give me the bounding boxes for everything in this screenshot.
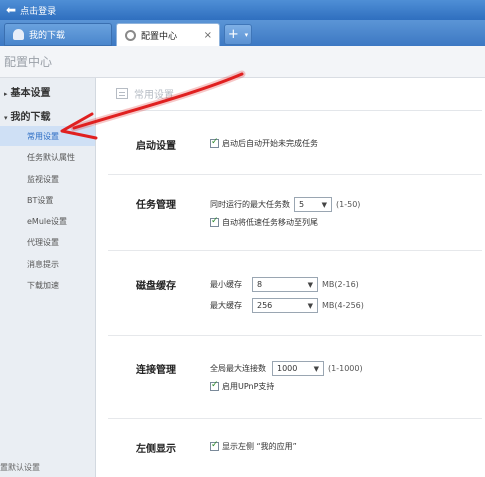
divider <box>108 418 482 419</box>
tab-strip: 我的下载 配置中心 × + ▾ <box>0 20 485 46</box>
max-cache-value: 256 <box>257 301 273 310</box>
task-mgmt-group-label: 任务管理 <box>136 200 176 211</box>
section-underline <box>110 110 482 111</box>
upnp-label: 启用UPnP支持 <box>222 382 275 391</box>
sidebar-item-bt[interactable]: BT设置 <box>0 190 95 210</box>
min-cache-select[interactable]: 8 ▼ <box>252 277 318 292</box>
divider <box>108 174 482 175</box>
chevron-down-icon: ▼ <box>307 301 313 310</box>
min-cache-row: 最小缓存 8 ▼ MB(2-16) <box>210 277 359 292</box>
title-bar: ⬅ 点击登录 <box>0 0 485 20</box>
max-tasks-select[interactable]: 5 ▼ <box>294 197 332 212</box>
sidebar-section-my-downloads[interactable]: ▾ 我的下载 <box>4 108 51 123</box>
max-conn-select[interactable]: 1000 ▼ <box>272 361 324 376</box>
disk-cache-group-label: 磁盘缓存 <box>136 281 176 292</box>
sidebar-item-acceleration[interactable]: 下载加速 <box>0 275 95 295</box>
back-arrow-icon[interactable]: ⬅ <box>6 3 16 17</box>
max-cache-select[interactable]: 256 ▼ <box>252 298 318 313</box>
plus-icon: + <box>227 27 239 42</box>
divider <box>108 250 482 251</box>
max-tasks-row: 同时运行的最大任务数 5 ▼ (1-50) <box>210 197 360 212</box>
user-icon <box>13 29 24 40</box>
max-tasks-range: (1-50) <box>336 200 361 209</box>
max-conn-value: 1000 <box>277 364 298 373</box>
gear-icon <box>125 29 136 41</box>
sidebar-item-monitor[interactable]: 监视设置 <box>0 169 95 189</box>
sidebar-section-basic[interactable]: ▸ 基本设置 <box>4 84 51 99</box>
min-cache-value: 8 <box>257 280 263 289</box>
list-icon <box>116 88 128 99</box>
chevron-down-icon: ▼ <box>321 200 327 209</box>
left-display-group-label: 左侧显示 <box>136 444 176 455</box>
show-apps-option[interactable]: 显示左侧 “我的应用” <box>210 440 297 452</box>
chevron-down-icon: ▼ <box>313 364 319 373</box>
sidebar-item-notifications[interactable]: 消息提示 <box>0 254 95 274</box>
tab-my-downloads[interactable]: 我的下载 <box>4 23 112 46</box>
auto-start-label: 启动后自动开始未完成任务 <box>222 139 318 148</box>
login-link[interactable]: 点击登录 <box>20 4 56 17</box>
show-apps-checkbox[interactable] <box>210 440 219 451</box>
section-title: 常用设置 <box>134 90 174 101</box>
max-cache-range: MB(4-256) <box>322 301 364 310</box>
max-cache-label: 最大缓存 <box>210 301 242 310</box>
new-tab-button[interactable]: + ▾ <box>224 24 252 45</box>
chevron-down-icon: ▼ <box>307 280 313 289</box>
move-slow-checkbox[interactable] <box>210 216 219 227</box>
close-tab-icon[interactable]: × <box>204 30 212 41</box>
max-tasks-value: 5 <box>299 200 305 209</box>
min-cache-range: MB(2-16) <box>322 280 359 289</box>
tab-label: 我的下载 <box>29 31 66 41</box>
chevron-down-icon[interactable]: ▾ <box>245 31 249 39</box>
auto-start-checkbox[interactable] <box>210 137 219 148</box>
connection-group-label: 连接管理 <box>136 365 176 376</box>
section-header: 常用设置 <box>116 86 174 101</box>
move-slow-label: 自动将低速任务移动至列尾 <box>222 218 318 227</box>
sidebar-item-task-defaults[interactable]: 任务默认属性 <box>0 147 95 167</box>
divider <box>108 335 482 336</box>
sidebar-item-proxy[interactable]: 代理设置 <box>0 232 95 252</box>
startup-group-label: 启动设置 <box>136 141 176 152</box>
expand-icon: ▸ <box>4 90 8 98</box>
max-conn-label: 全局最大连接数 <box>210 364 266 373</box>
max-tasks-label: 同时运行的最大任务数 <box>210 200 290 209</box>
upnp-option[interactable]: 启用UPnP支持 <box>210 380 275 392</box>
auto-start-option[interactable]: 启动后自动开始未完成任务 <box>210 137 318 149</box>
sidebar-section-label: 我的下载 <box>10 112 51 123</box>
tab-label: 配置中心 <box>141 31 178 42</box>
restore-defaults-link[interactable]: 置默认设置 <box>0 462 40 473</box>
collapse-icon: ▾ <box>4 114 8 122</box>
max-cache-row: 最大缓存 256 ▼ MB(4-256) <box>210 298 364 313</box>
sidebar-item-common-settings[interactable]: 常用设置 <box>0 126 95 146</box>
tab-config-center[interactable]: 配置中心 × <box>116 23 220 46</box>
max-conn-range: (1-1000) <box>328 364 363 373</box>
max-conn-row: 全局最大连接数 1000 ▼ (1-1000) <box>210 361 363 376</box>
sidebar-item-emule[interactable]: eMule设置 <box>0 211 95 231</box>
move-slow-option[interactable]: 自动将低速任务移动至列尾 <box>210 216 318 228</box>
sidebar: ▸ 基本设置 ▾ 我的下载 常用设置 任务默认属性 监视设置 BT设置 eMule设… <box>0 78 96 477</box>
settings-panel: 常用设置 启动设置 启动后自动开始未完成任务 任务管理 同时运行的最大任务数 5… <box>96 78 485 477</box>
min-cache-label: 最小缓存 <box>210 280 242 289</box>
sidebar-section-label: 基本设置 <box>10 88 51 99</box>
page-title: 配置中心 <box>0 46 485 78</box>
show-apps-label: 显示左侧 “我的应用” <box>222 442 297 451</box>
upnp-checkbox[interactable] <box>210 380 219 391</box>
